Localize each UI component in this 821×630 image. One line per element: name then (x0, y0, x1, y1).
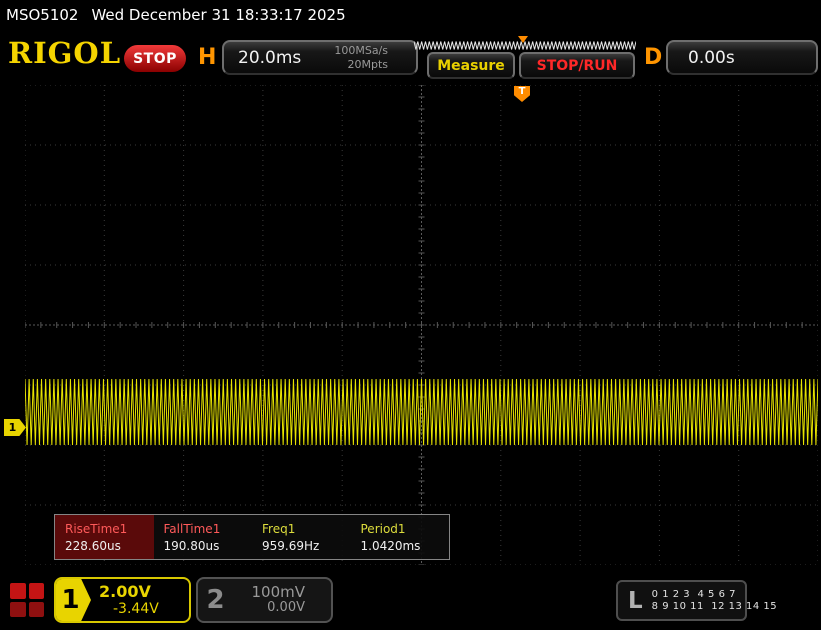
stop-run-button[interactable]: STOP/RUN (519, 52, 635, 79)
channel2-badge[interactable]: 2 100mV 0.00V (196, 577, 333, 623)
measurement-item[interactable]: FallTime1 190.80us (154, 515, 253, 559)
digital-row1: 0 1 2 3 4 5 6 7 (651, 589, 736, 600)
stop-run-button-label: STOP/RUN (536, 57, 618, 74)
channel1-number: 1 (56, 579, 91, 621)
memory-depth-label: 20Mpts (347, 57, 388, 71)
measurement-label: FallTime1 (163, 521, 221, 536)
channel2-number: 2 (206, 585, 225, 615)
measurement-item[interactable]: Period1 1.0420ms (351, 515, 450, 559)
sample-rate-label: 100MSa/s (334, 44, 388, 58)
measurement-value: 959.69Hz (262, 538, 320, 553)
horizontal-label: H (198, 45, 217, 70)
menu-grid-square (10, 601, 26, 617)
channel2-scale: 100mV (251, 582, 305, 601)
menu-grid-square (10, 583, 26, 599)
delay-label: D (644, 45, 663, 70)
channel2-offset: 0.00V (267, 600, 305, 616)
model-label: MSO5102 (6, 6, 79, 24)
measure-button[interactable]: Measure (427, 52, 515, 79)
measurement-label: Freq1 (262, 521, 296, 536)
ch1-ground-marker[interactable]: 1 (4, 419, 26, 436)
status-bar: MSO5102 Wed December 31 18:33:17 2025 (0, 0, 821, 30)
measurement-item[interactable]: RiseTime1 228.60us (55, 515, 154, 559)
datetime-label: Wed December 31 18:33:17 2025 (91, 6, 346, 24)
menu-grid-square (28, 583, 44, 599)
graticule: T (25, 85, 818, 565)
timebase-control[interactable]: 20.0ms 100MSa/s 20Mpts (222, 40, 418, 75)
delay-value: 0.00s (688, 47, 735, 68)
measurements-panel: RiseTime1 228.60us FallTime1 190.80us Fr… (54, 514, 450, 560)
channel1-badge[interactable]: 1 2.00V -3.44V (54, 577, 191, 623)
measurement-label: RiseTime1 (65, 521, 128, 536)
channel1-scale: 2.00V (99, 581, 151, 601)
delay-control[interactable]: 0.00s (666, 40, 818, 75)
measurement-value: 1.0420ms (360, 538, 421, 553)
digital-label: L (628, 587, 643, 614)
digital-channels-badge[interactable]: L 0 1 2 3 4 5 6 7 8 9 10 11 12 13 14 15 (616, 580, 777, 621)
measurement-label: Period1 (360, 521, 406, 536)
oscilloscope-screen: MSO5102 Wed December 31 18:33:17 2025 RI… (0, 0, 821, 630)
measurement-value: 228.60us (65, 538, 121, 553)
preview-trigger-marker[interactable] (518, 36, 528, 43)
timebase-value: 20.0ms (238, 47, 302, 68)
run-state-badge: STOP (124, 45, 186, 72)
channel1-offset: -3.44V (113, 601, 159, 618)
menu-grid-icon[interactable] (10, 583, 44, 617)
ch1-ground-label: 1 (8, 421, 17, 434)
digital-row2: 8 9 10 11 12 13 14 15 (651, 601, 778, 612)
menu-grid-square (28, 601, 44, 617)
rigol-logo: RIGOL (8, 36, 122, 70)
measurement-value: 190.80us (163, 538, 220, 553)
measure-button-label: Measure (437, 57, 505, 74)
ch1-waveform (25, 378, 818, 446)
measurement-item[interactable]: Freq1 959.69Hz (252, 515, 351, 559)
